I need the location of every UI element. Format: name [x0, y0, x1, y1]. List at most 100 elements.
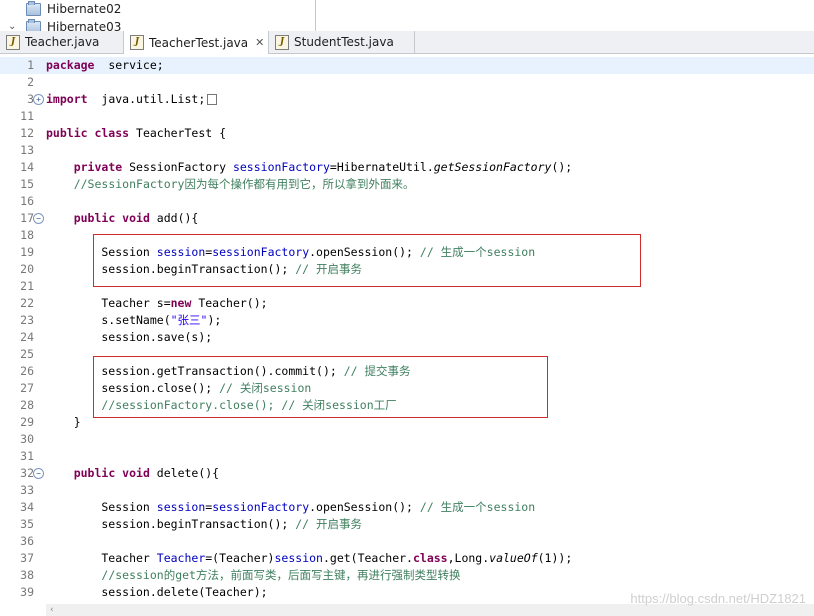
explorer-item-hibernate03[interactable]: Hibernate03	[26, 18, 121, 31]
code-text: }	[46, 414, 81, 431]
code-line[interactable]: 36	[0, 533, 814, 550]
line-number: 14	[20, 160, 34, 174]
explorer-item-hibernate02[interactable]: Hibernate02	[26, 0, 121, 18]
line-number: 18	[20, 228, 34, 242]
code-token: TeacherTest {	[129, 126, 227, 140]
line-number: 12	[20, 126, 34, 140]
fold-collapse-icon[interactable]: −	[33, 213, 44, 224]
explorer-empty-area	[316, 0, 814, 31]
code-line[interactable]: 32− public void delete(){	[0, 465, 814, 482]
code-token: getSessionFactory	[433, 160, 552, 174]
code-line[interactable]: 1 package service;	[0, 57, 814, 74]
line-number: 16	[20, 194, 34, 208]
code-line[interactable]: 37 Teacher Teacher=(Teacher)session.get(…	[0, 550, 814, 567]
code-line[interactable]: 16	[0, 193, 814, 210]
code-token: .openSession();	[309, 500, 420, 514]
code-line[interactable]: 15 //SessionFactory因为每个操作都有用到它，所以拿到外面来。	[0, 176, 814, 193]
java-file-icon: J	[130, 35, 144, 50]
code-line[interactable]: 3 + import java.util.List;	[0, 91, 814, 108]
code-token: class	[412, 551, 448, 565]
scroll-left-icon[interactable]: ‹	[50, 604, 54, 616]
code-token: s.setName(	[46, 313, 171, 327]
code-line[interactable]: 24 session.save(s);	[0, 329, 814, 346]
line-number: 25	[20, 347, 34, 361]
code-text: Session session=sessionFactory.openSessi…	[46, 499, 535, 516]
code-editor[interactable]: 1 package service; 2 3 + import java.util.Lis…	[0, 54, 814, 616]
code-line[interactable]: 12 public class TeacherTest {	[0, 125, 814, 142]
code-token: delete(){	[149, 466, 220, 480]
code-token: public void	[73, 466, 150, 480]
code-text: //SessionFactory因为每个操作都有用到它，所以拿到外面来。	[46, 176, 415, 193]
code-line[interactable]: 34 Session session=sessionFactory.openSe…	[0, 499, 814, 516]
code-token: public class	[46, 126, 130, 140]
code-token: session	[274, 551, 323, 565]
code-text: session.beginTransaction(); // 开启事务	[46, 516, 362, 533]
code-text: //session的get方法，前面写类，后面写主键，再进行强制类型转换	[46, 567, 460, 584]
explorer-item-label: Hibernate02	[47, 2, 122, 16]
line-number: 35	[20, 517, 34, 531]
code-token: //session的get方法，前面写类，后面写主键，再进行强制类型转换	[101, 568, 461, 582]
line-number: 3	[27, 92, 34, 106]
tab-label: TeacherTest.java	[149, 35, 249, 50]
watermark: https://blog.csdn.net/HDZ1821	[630, 591, 806, 606]
fold-collapse-icon[interactable]: −	[33, 468, 44, 479]
code-line[interactable]: 33	[0, 482, 814, 499]
folded-region-icon[interactable]	[207, 94, 218, 105]
code-line[interactable]: 35 session.beginTransaction(); // 开启事务	[0, 516, 814, 533]
line-number: 20	[20, 262, 34, 276]
code-token: session.save(s);	[46, 330, 213, 344]
line-number: 2	[27, 75, 34, 89]
code-text: Teacher s=new Teacher();	[46, 295, 268, 312]
tab-teachertest-java[interactable]: J TeacherTest.java ✕	[124, 31, 269, 54]
code-token: ,Long.	[447, 551, 490, 565]
line-number: 30	[20, 432, 34, 446]
code-line[interactable]: 14 private SessionFactory sessionFactory…	[0, 159, 814, 176]
code-line[interactable]: 13	[0, 142, 814, 159]
fold-expand-icon[interactable]: +	[33, 94, 44, 105]
line-number: 34	[20, 500, 34, 514]
tab-studenttest-java[interactable]: J StudentTest.java	[269, 31, 415, 53]
code-token: valueOf	[489, 551, 538, 565]
line-number: 26	[20, 364, 34, 378]
line-number: 11	[20, 109, 34, 123]
code-token: service;	[94, 58, 164, 72]
line-number: 1	[27, 58, 34, 72]
code-line[interactable]: 17− public void add(){	[0, 210, 814, 227]
line-number: 32	[20, 466, 34, 480]
code-line[interactable]: 38 //session的get方法，前面写类，后面写主键，再进行强制类型转换	[0, 567, 814, 584]
code-line[interactable]: 30	[0, 431, 814, 448]
tab-teacher-java[interactable]: J Teacher.java	[0, 31, 124, 53]
code-token: Teacher	[156, 551, 206, 565]
code-line[interactable]: 31	[0, 448, 814, 465]
highlight-box-commit-close	[93, 356, 548, 418]
tab-label: StudentTest.java	[294, 35, 394, 49]
explorer-item-label: Hibernate03	[47, 20, 122, 31]
chevron-down-icon[interactable]: ⌄	[8, 21, 16, 31]
code-token: SessionFactory	[122, 160, 233, 174]
code-text: session.save(s);	[46, 329, 212, 346]
package-explorer: Hibernate02 ⌄ Hibernate03	[0, 0, 316, 31]
code-token: package	[46, 58, 95, 72]
line-number: 27	[20, 381, 34, 395]
code-token: session	[156, 500, 206, 514]
code-line[interactable]: 22 Teacher s=new Teacher();	[0, 295, 814, 312]
code-line[interactable]: 11	[0, 108, 814, 125]
close-icon[interactable]: ✕	[255, 36, 264, 49]
code-line[interactable]: 23 s.setName("张三");	[0, 312, 814, 329]
line-number: 39	[20, 585, 34, 599]
java-file-icon: J	[6, 34, 20, 50]
code-text: private SessionFactory sessionFactory=Hi…	[46, 159, 573, 176]
code-text: Teacher Teacher=(Teacher)session.get(Tea…	[46, 550, 572, 567]
code-line[interactable]: 2	[0, 74, 814, 91]
code-token: public void	[73, 211, 150, 225]
line-number: 22	[20, 296, 34, 310]
code-token: sessionFactory	[212, 500, 310, 514]
code-token: Teacher();	[191, 296, 268, 310]
code-text: s.setName("张三");	[46, 312, 221, 329]
line-number: 19	[20, 245, 34, 259]
folder-icon	[26, 0, 41, 16]
line-number: 17	[20, 211, 34, 225]
